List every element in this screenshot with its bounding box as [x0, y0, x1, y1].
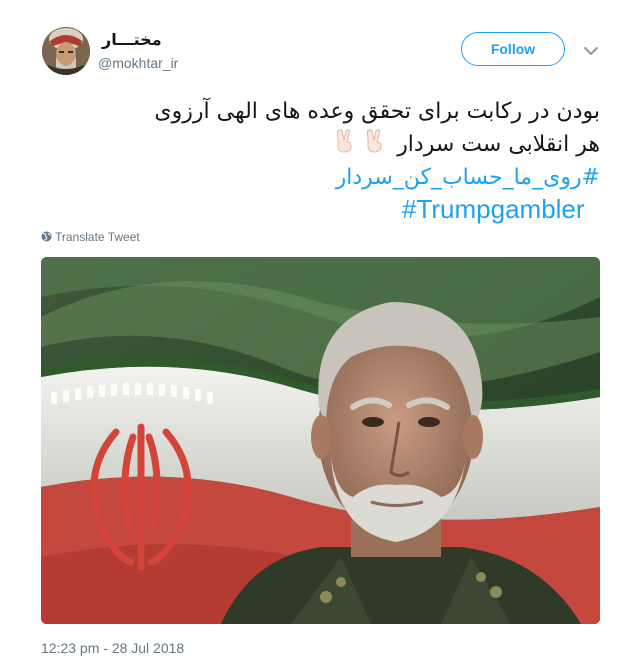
tweet-text: بودن در رکابت برای تحقق وعده های الهی آر…: [44, 95, 600, 226]
tweet: مختـــار @mokhtar_ir Follow بودن در رکاب…: [0, 0, 635, 664]
translate-tweet-label: Translate Tweet: [55, 230, 140, 244]
tweet-photo[interactable]: [41, 257, 600, 624]
hashtag-link[interactable]: #Trumpgambler: [44, 193, 600, 226]
tweet-text-line-2-row: هر انقلابی ست سردار: [44, 128, 600, 161]
victory-hand-icon: [333, 128, 357, 154]
tweet-timestamp[interactable]: 12:23 pm - 28 Jul 2018: [41, 640, 184, 656]
follow-button[interactable]: Follow: [461, 32, 565, 66]
globe-icon: [41, 231, 52, 242]
avatar[interactable]: [42, 27, 90, 75]
author-handle[interactable]: @mokhtar_ir: [98, 55, 178, 71]
author-display-name[interactable]: مختـــار: [102, 30, 162, 49]
victory-hand-icon: [363, 128, 387, 154]
hashtag-link[interactable]: #روی_ما_حساب_کن_سردار: [44, 161, 600, 194]
chevron-down-icon[interactable]: [583, 42, 599, 55]
tweet-text-line-2: هر انقلابی ست سردار: [397, 132, 600, 157]
tweet-text-line-1: بودن در رکابت برای تحقق وعده های الهی آر…: [154, 99, 600, 124]
translate-tweet-link[interactable]: Translate Tweet: [41, 230, 140, 244]
